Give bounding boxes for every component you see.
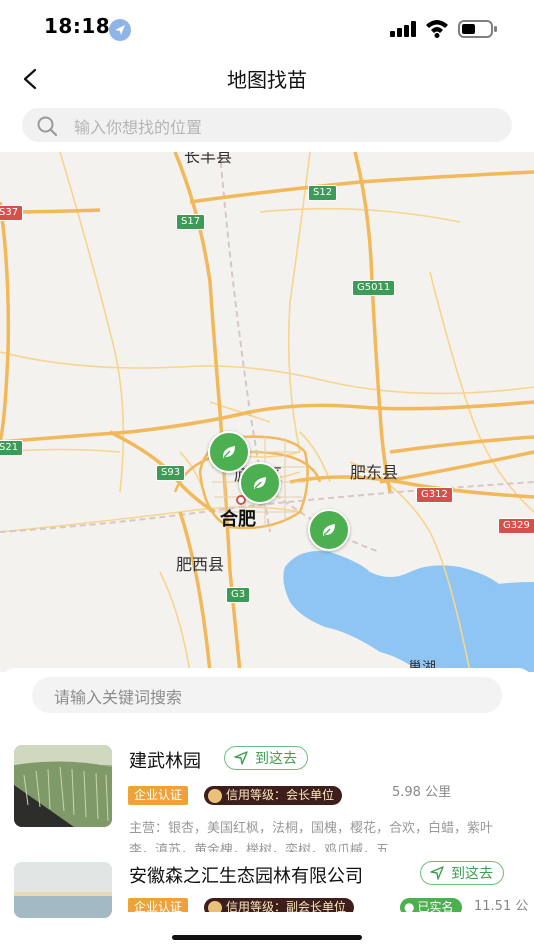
map-label-feidong: 肥东县 xyxy=(350,463,399,482)
road-badge-s12: S12 xyxy=(308,185,338,201)
enterprise-verified-tag: 企业认证 xyxy=(128,898,189,912)
check-icon: ● xyxy=(404,900,415,912)
road-badge-s21: S21 xyxy=(0,440,24,456)
nursery-distance: 11.51 公里 xyxy=(474,899,529,912)
leaf-icon xyxy=(222,446,235,458)
enterprise-verified-tag: 企业认证 xyxy=(128,786,189,805)
navigation-arrow-icon xyxy=(430,866,444,880)
leaf-icon xyxy=(253,477,266,489)
credit-level-tag: 信用等级：副会长单位 xyxy=(204,898,355,912)
road-badge-s37: S37 xyxy=(0,205,24,221)
status-time: 18:18 xyxy=(44,14,111,38)
road-badge-s17: S17 xyxy=(176,214,206,230)
map-canvas xyxy=(0,152,534,672)
road-badge-s93: S93 xyxy=(156,465,186,481)
real-name-verified-tag: ● 已实名 xyxy=(400,898,462,912)
map-view[interactable]: 长丰县 庐阳区 合肥 肥东县 肥西县 巢湖 S37 S12 S17 G5011 … xyxy=(0,152,534,672)
page-title: 地图找苗 xyxy=(227,68,307,92)
nursery-name[interactable]: 建武林园 xyxy=(129,747,201,773)
nursery-tags-row: 企业认证 信用等级：副会长单位 ● 已实名 11.51 公里 xyxy=(0,898,534,912)
home-indicator xyxy=(172,935,362,940)
location-search-placeholder: 输入你想找的位置 xyxy=(74,118,203,137)
credit-level-tag: 信用等级：会长单位 xyxy=(204,786,343,805)
map-label-hefei: 合肥 xyxy=(220,509,256,530)
goto-button[interactable]: 到这去 xyxy=(224,746,308,770)
battery-icon xyxy=(458,19,498,39)
nursery-pin[interactable] xyxy=(239,462,281,504)
navigation-arrow-icon xyxy=(234,751,248,765)
goto-label: 到这去 xyxy=(255,751,297,767)
credit-level-label: 信用等级：会长单位 xyxy=(226,788,335,802)
medal-icon xyxy=(208,788,222,803)
real-name-label: 已实名 xyxy=(417,900,454,912)
nursery-name[interactable]: 安徽森之汇生态园林有限公司 xyxy=(129,862,363,888)
goto-label: 到这去 xyxy=(451,866,493,882)
road-badge-g3: G3 xyxy=(226,587,251,603)
leaf-icon xyxy=(322,524,335,536)
map-label-feixi: 肥西县 xyxy=(176,555,225,574)
map-label-changfeng: 长丰县 xyxy=(184,152,233,166)
nursery-pin[interactable] xyxy=(308,509,350,551)
keyword-search-placeholder: 请输入关键词搜索 xyxy=(54,688,183,707)
road-badge-g5011: G5011 xyxy=(352,280,396,296)
road-badge-g312: G312 xyxy=(416,487,453,503)
nursery-pin[interactable] xyxy=(208,431,250,473)
nursery-thumbnail[interactable] xyxy=(14,745,112,827)
credit-level-label: 信用等级：副会长单位 xyxy=(226,900,347,912)
location-arrow-icon xyxy=(108,18,132,42)
cellular-signal-icon xyxy=(390,21,418,37)
medal-icon xyxy=(208,900,222,912)
wifi-icon xyxy=(425,18,449,38)
nursery-distance: 5.98 公里 xyxy=(392,785,452,800)
goto-button[interactable]: 到这去 xyxy=(420,861,504,885)
search-icon xyxy=(36,115,58,137)
nursery-main-business: 主营：银杏，美国红枫，法桐，国槐，樱花，合欢，白蜡，紫叶李，滇苏，黄金槐，榉树，… xyxy=(129,821,494,852)
road-badge-g329: G329 xyxy=(498,518,534,534)
